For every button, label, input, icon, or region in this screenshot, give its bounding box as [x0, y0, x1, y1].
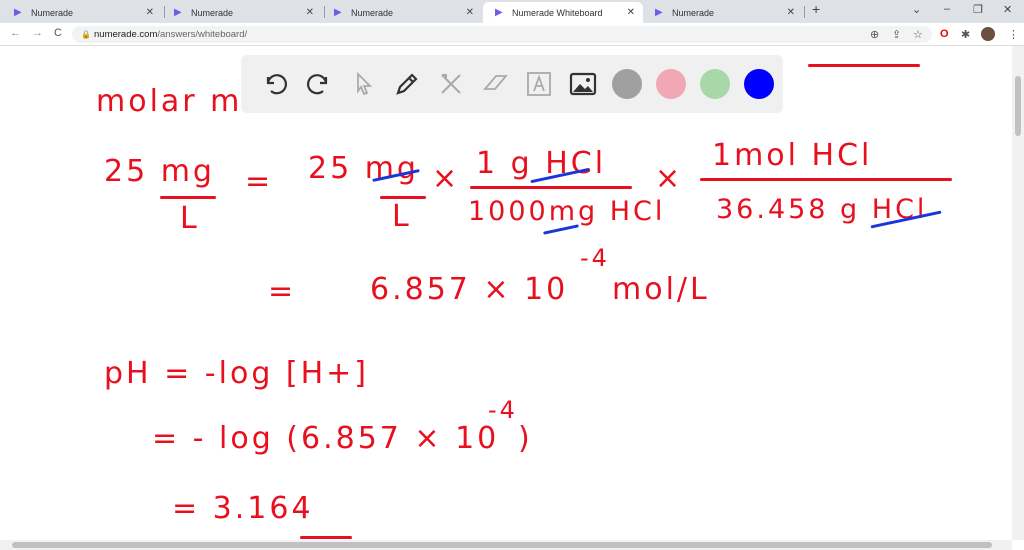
color-blue[interactable] [737, 62, 781, 106]
fraction-bar [160, 196, 216, 199]
tab-label: Numerade [31, 7, 74, 18]
numerade-favicon-icon: ▶ [334, 6, 342, 18]
tools-icon[interactable] [429, 62, 473, 106]
handwriting-exponent: -4 [488, 396, 518, 424]
tab-5[interactable]: ▶ Numerade ✕ [643, 2, 803, 23]
redo-icon[interactable] [297, 62, 341, 106]
handwriting-result-molarity: 6.857 × 10 [370, 272, 569, 307]
underline [300, 536, 352, 539]
handwriting-1mol-hcl: 1mol HCl [712, 138, 873, 173]
image-icon[interactable] [561, 62, 605, 106]
numerade-favicon-icon: ▶ [655, 6, 663, 18]
handwriting-25mg: 25 mg [104, 154, 215, 189]
whiteboard-toolbar [241, 55, 783, 113]
reload-button[interactable]: C [54, 27, 62, 39]
undo-icon[interactable] [253, 62, 297, 106]
handwriting-exponent: -4 [580, 244, 610, 272]
handwriting-times-2: × [655, 161, 684, 196]
share-icon[interactable]: ⇪ [892, 28, 901, 41]
handwriting-L: L [180, 201, 200, 236]
lock-icon: 🔒 [81, 30, 91, 39]
handwriting-mol-per-l: mol/L [612, 272, 710, 307]
handwriting-equals: = [268, 274, 297, 309]
fraction-bar [700, 178, 952, 181]
forward-button[interactable]: → [32, 27, 43, 39]
tab-label: Numerade [672, 7, 715, 18]
opera-icon[interactable]: O [940, 28, 949, 40]
url-path: /answers/whiteboard/ [157, 29, 248, 40]
scrollbar-thumb[interactable] [1015, 76, 1021, 136]
color-green[interactable] [693, 62, 737, 106]
handwriting-1g-hcl: 1 g HCl [476, 146, 607, 181]
tab-divider [804, 6, 805, 18]
handwriting-ph-substitution: = - log (6.857 × 10 [152, 421, 500, 456]
handwriting-25mg-2: 25 mg [308, 151, 419, 186]
zoom-icon[interactable]: ⊕ [870, 28, 879, 41]
whiteboard-canvas[interactable]: molar m 25 mg L = 25 mg L × 1 g HCl 1000… [0, 46, 1012, 540]
minimize-button[interactable]: – [944, 3, 950, 15]
handwriting-equals: = [245, 164, 274, 199]
close-window-button[interactable]: ✕ [1003, 3, 1012, 16]
tab-3[interactable]: ▶ Numerade ✕ [322, 2, 482, 23]
new-tab-button[interactable]: + [812, 1, 820, 17]
tab-1[interactable]: ▶ Numerade ✕ [2, 2, 162, 23]
tab-bar: ▶ Numerade ✕ ▶ Numerade ✕ ▶ Numerade ✕ ▶ Numera… [0, 0, 1024, 23]
close-tab-icon[interactable]: ✕ [466, 7, 474, 18]
url-domain: numerade.com [94, 29, 158, 40]
tab-label: Numerade [191, 7, 234, 18]
vertical-scrollbar[interactable] [1012, 46, 1024, 540]
tab-label: Numerade Whiteboard [512, 7, 603, 18]
tab-search-icon[interactable]: ⌄ [912, 3, 921, 16]
tab-label: Numerade [351, 7, 394, 18]
color-pink[interactable] [649, 62, 693, 106]
url-input[interactable]: 🔒 numerade.com/answers/whiteboard/ [72, 26, 932, 43]
handwriting-ph-result: = 3.164 [172, 491, 314, 526]
close-tab-icon[interactable]: ✕ [787, 7, 795, 18]
underline [808, 64, 920, 67]
close-tab-icon[interactable]: ✕ [627, 7, 635, 18]
tab-whiteboard-active[interactable]: ▶ Numerade Whiteboard ✕ [483, 2, 643, 23]
pen-icon[interactable] [385, 62, 429, 106]
color-gray[interactable] [605, 62, 649, 106]
handwriting-times: × [432, 161, 461, 196]
address-bar-row: ← → C 🔒 numerade.com/answers/whiteboard/ … [0, 23, 1024, 46]
eraser-icon[interactable] [473, 62, 517, 106]
close-tab-icon[interactable]: ✕ [146, 7, 154, 18]
numerade-favicon-icon: ▶ [174, 6, 182, 18]
extensions-icon[interactable]: ✱ [961, 28, 970, 41]
horizontal-scrollbar[interactable] [0, 540, 1012, 550]
maximize-button[interactable]: ❐ [973, 3, 983, 16]
tab-2[interactable]: ▶ Numerade ✕ [162, 2, 322, 23]
fraction-bar [470, 186, 632, 189]
handwriting-ph-definition: pH = -log [H+] [104, 356, 370, 391]
menu-icon[interactable]: ⋮ [1008, 28, 1019, 41]
back-button[interactable]: ← [10, 27, 21, 39]
handwriting-L-2: L [392, 199, 412, 234]
handwriting-paren: ) [518, 421, 533, 456]
scrollbar-thumb[interactable] [12, 542, 992, 548]
close-tab-icon[interactable]: ✕ [306, 7, 314, 18]
bookmark-star-icon[interactable]: ☆ [913, 28, 923, 41]
numerade-favicon-icon: ▶ [495, 6, 503, 18]
handwriting-molar: molar m [96, 84, 243, 119]
select-icon[interactable] [341, 62, 385, 106]
profile-avatar[interactable] [981, 27, 995, 41]
numerade-favicon-icon: ▶ [14, 6, 22, 18]
handwriting-1000mg-hcl: 1000mg HCl [468, 196, 666, 227]
text-icon[interactable] [517, 62, 561, 106]
